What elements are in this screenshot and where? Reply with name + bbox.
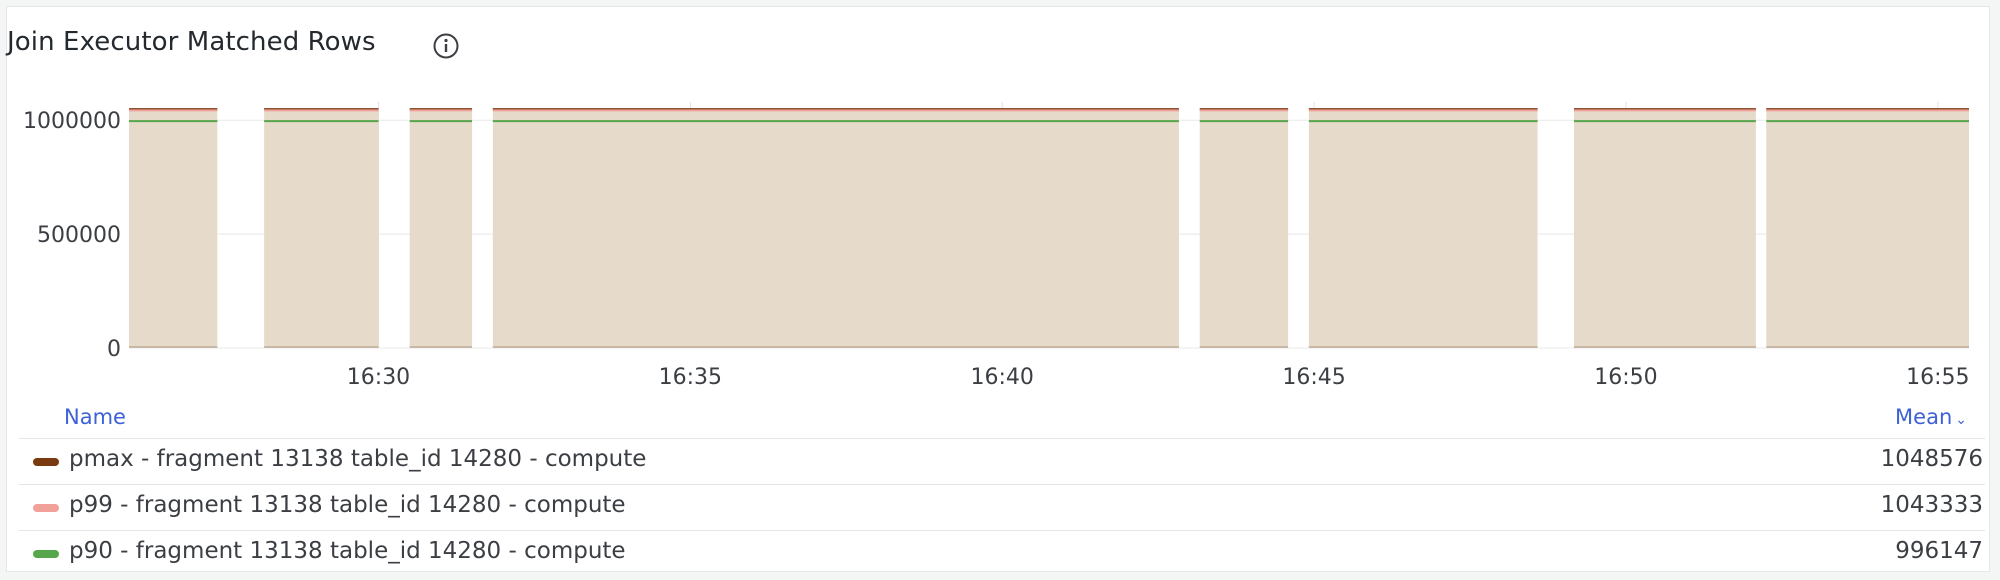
- legend-mean-header[interactable]: Mean ⌄: [1895, 405, 1967, 429]
- area-segment: [492, 109, 1179, 349]
- legend-row[interactable]: p90 - fragment 13138 table_id 14280 - co…: [19, 530, 1985, 576]
- x-tick-label: 16:50: [1594, 365, 1657, 390]
- area-segment: [1573, 109, 1756, 349]
- legend-swatch: [33, 550, 59, 558]
- x-tick-label: 16:30: [347, 365, 410, 390]
- legend-series-name: p99 - fragment 13138 table_id 14280 - co…: [69, 492, 626, 518]
- legend-mean-value: 996147: [1895, 538, 1983, 564]
- legend-mean-value: 1043333: [1880, 492, 1983, 518]
- legend-swatch: [33, 458, 59, 466]
- legend-swatch: [33, 504, 59, 512]
- legend-series-name: pmax - fragment 13138 table_id 14280 - c…: [69, 446, 647, 472]
- area-segment: [1199, 109, 1289, 349]
- chart-svg: 0 500000 1000000 16:30 16:35 16:40 16:45 16:50 1…: [23, 102, 1970, 390]
- area-segment: [409, 109, 473, 349]
- legend-row[interactable]: p99 - fragment 13138 table_id 14280 - co…: [19, 484, 1985, 530]
- legend-mean-label: Mean: [1895, 405, 1953, 429]
- area-segment: [1308, 109, 1538, 349]
- x-tick-label: 16:55: [1906, 365, 1969, 390]
- legend-row[interactable]: pmax - fragment 13138 table_id 14280 - c…: [19, 438, 1985, 484]
- x-tick-label: 16:40: [971, 365, 1034, 390]
- chart-panel: Join Executor Matched Rows 0 500000 100000…: [6, 6, 1990, 572]
- area-segment: [1766, 109, 1969, 349]
- y-tick-label: 0: [107, 337, 121, 362]
- area-segment: [264, 109, 379, 349]
- y-tick-label: 500000: [37, 223, 121, 248]
- area-segment: [129, 109, 218, 349]
- y-tick-label: 1000000: [23, 109, 121, 134]
- x-tick-label: 16:35: [659, 365, 722, 390]
- legend-series-name: p90 - fragment 13138 table_id 14280 - co…: [69, 538, 626, 564]
- legend-name-header[interactable]: Name: [64, 405, 126, 429]
- chevron-down-icon: ⌄: [1955, 412, 1967, 428]
- x-tick-label: 16:45: [1282, 365, 1345, 390]
- legend-mean-value: 1048576: [1880, 446, 1983, 472]
